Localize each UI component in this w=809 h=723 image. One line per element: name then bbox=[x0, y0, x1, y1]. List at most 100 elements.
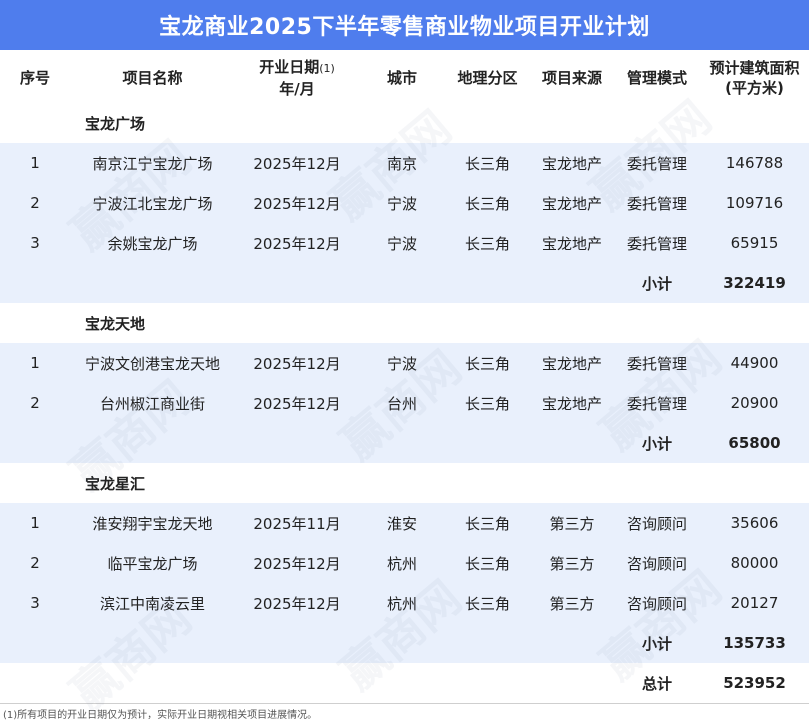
footnote: (1)所有项目的开业日期仅为预计，实际开业日期视相关项目进展情况。 bbox=[0, 703, 809, 722]
cell-date: 2025年12月 bbox=[253, 354, 341, 373]
cell-name: 宁波文创港宝龙天地 bbox=[84, 354, 220, 373]
cell-area: 109716 bbox=[725, 194, 784, 212]
cell-name: 南京江宁宝龙广场 bbox=[92, 154, 213, 173]
cell-region: 长三角 bbox=[464, 394, 510, 413]
cell-area: 146788 bbox=[725, 154, 784, 172]
cell-no: 1 bbox=[30, 514, 40, 532]
table-row: 1 淮安翔宇宝龙天地 2025年11月 淮安 长三角 第三方 咨询顾问 3560… bbox=[0, 503, 809, 543]
cell-name: 淮安翔宇宝龙天地 bbox=[92, 514, 213, 533]
cell-mode: 委托管理 bbox=[626, 354, 687, 373]
cell-area: 20900 bbox=[730, 394, 779, 412]
cell-area: 20127 bbox=[730, 594, 779, 612]
cell-source: 宝龙地产 bbox=[541, 234, 602, 253]
header-date-line2: 年/月 bbox=[279, 80, 315, 98]
cell-no: 1 bbox=[30, 154, 40, 172]
cell-city: 台州 bbox=[386, 394, 417, 413]
cell-region: 长三角 bbox=[464, 354, 510, 373]
cell-region: 长三角 bbox=[464, 554, 510, 573]
cell-date: 2025年11月 bbox=[253, 514, 341, 533]
header-mode: 管理模式 bbox=[626, 69, 687, 87]
header-area-line2: (平方米) bbox=[725, 79, 784, 97]
cell-no: 2 bbox=[30, 554, 40, 572]
cell-date: 2025年12月 bbox=[253, 194, 341, 213]
cell-mode: 咨询顾问 bbox=[626, 554, 687, 573]
cell-mode: 委托管理 bbox=[626, 194, 687, 213]
cell-name: 余姚宝龙广场 bbox=[107, 234, 198, 253]
cell-date: 2025年12月 bbox=[253, 594, 341, 613]
page-title: 宝龙商业2025下半年零售商业物业项目开业计划 bbox=[0, 0, 809, 50]
cell-date: 2025年12月 bbox=[253, 554, 341, 573]
cell-area: 35606 bbox=[730, 514, 779, 532]
table-row: 2 宁波江北宝龙广场 2025年12月 宁波 长三角 宝龙地产 委托管理 109… bbox=[0, 183, 809, 223]
header-area-line1: 预计建筑面积 bbox=[709, 59, 800, 77]
cell-city: 宁波 bbox=[386, 354, 417, 373]
cell-source: 第三方 bbox=[549, 554, 595, 573]
group-heading: 宝龙星汇 bbox=[0, 463, 809, 503]
header-date-line1: 开业日期 bbox=[259, 58, 320, 76]
header-no: 序号 bbox=[19, 69, 50, 87]
cell-mode: 咨询顾问 bbox=[626, 594, 687, 613]
cell-source: 宝龙地产 bbox=[541, 194, 602, 213]
cell-source: 宝龙地产 bbox=[541, 154, 602, 173]
subtotal-label: 小计 bbox=[641, 434, 672, 453]
cell-no: 2 bbox=[30, 394, 40, 412]
cell-no: 2 bbox=[30, 194, 40, 212]
cell-no: 3 bbox=[30, 594, 40, 612]
cell-city: 杭州 bbox=[386, 554, 417, 573]
group-heading: 宝龙天地 bbox=[0, 303, 809, 343]
cell-source: 宝龙地产 bbox=[541, 394, 602, 413]
cell-mode: 委托管理 bbox=[626, 154, 687, 173]
table-row: 1 南京江宁宝龙广场 2025年12月 南京 长三角 宝龙地产 委托管理 146… bbox=[0, 143, 809, 183]
cell-mode: 咨询顾问 bbox=[626, 514, 687, 533]
header-date-footnote-mark: (1) bbox=[319, 62, 335, 75]
subtotal-row: 小计 65800 bbox=[0, 423, 809, 463]
cell-region: 长三角 bbox=[464, 194, 510, 213]
cell-area: 65915 bbox=[730, 234, 779, 252]
group-name: 宝龙天地 bbox=[85, 314, 146, 333]
table-row: 1 宁波文创港宝龙天地 2025年12月 宁波 长三角 宝龙地产 委托管理 44… bbox=[0, 343, 809, 383]
cell-date: 2025年12月 bbox=[253, 394, 341, 413]
cell-city: 淮安 bbox=[386, 514, 417, 533]
header-date: 开业日期(1) 年/月 bbox=[242, 50, 352, 106]
cell-area: 44900 bbox=[730, 354, 779, 372]
cell-name: 临平宝龙广场 bbox=[107, 554, 198, 573]
total-value: 523952 bbox=[723, 674, 786, 692]
subtotal-value: 322419 bbox=[723, 274, 786, 292]
header-area: 预计建筑面积 (平方米) bbox=[700, 50, 809, 106]
table-row: 2 台州椒江商业街 2025年12月 台州 长三角 宝龙地产 委托管理 2090… bbox=[0, 383, 809, 423]
cell-city: 宁波 bbox=[386, 194, 417, 213]
cell-name: 滨江中南凌云里 bbox=[99, 594, 205, 613]
table-header: 序号 项目名称 开业日期(1) 年/月 城市 地理分区 项目来源 管理模式 预计… bbox=[0, 50, 809, 106]
cell-name: 台州椒江商业街 bbox=[99, 394, 205, 413]
cell-city: 杭州 bbox=[386, 594, 417, 613]
cell-source: 第三方 bbox=[549, 514, 595, 533]
subtotal-value: 135733 bbox=[723, 634, 786, 652]
group-heading: 宝龙广场 bbox=[0, 103, 809, 143]
subtotal-value: 65800 bbox=[728, 434, 781, 452]
cell-area: 80000 bbox=[730, 554, 779, 572]
cell-date: 2025年12月 bbox=[253, 154, 341, 173]
group-name: 宝龙星汇 bbox=[85, 474, 146, 493]
group-name: 宝龙广场 bbox=[85, 114, 146, 133]
cell-mode: 委托管理 bbox=[626, 234, 687, 253]
cell-date: 2025年12月 bbox=[253, 234, 341, 253]
total-label: 总计 bbox=[641, 674, 672, 693]
cell-region: 长三角 bbox=[464, 594, 510, 613]
header-name: 项目名称 bbox=[122, 69, 183, 87]
cell-region: 长三角 bbox=[464, 514, 510, 533]
subtotal-row: 小计 135733 bbox=[0, 623, 809, 663]
table-row: 2 临平宝龙广场 2025年12月 杭州 长三角 第三方 咨询顾问 80000 bbox=[0, 543, 809, 583]
cell-region: 长三角 bbox=[464, 234, 510, 253]
header-city: 城市 bbox=[386, 69, 417, 87]
cell-source: 第三方 bbox=[549, 594, 595, 613]
cell-city: 宁波 bbox=[386, 234, 417, 253]
table-row: 3 滨江中南凌云里 2025年12月 杭州 长三角 第三方 咨询顾问 20127 bbox=[0, 583, 809, 623]
cell-mode: 委托管理 bbox=[626, 394, 687, 413]
header-source: 项目来源 bbox=[541, 69, 602, 87]
subtotal-label: 小计 bbox=[641, 634, 672, 653]
cell-source: 宝龙地产 bbox=[541, 354, 602, 373]
cell-region: 长三角 bbox=[464, 154, 510, 173]
cell-no: 3 bbox=[30, 234, 40, 252]
subtotal-label: 小计 bbox=[641, 274, 672, 293]
subtotal-row: 小计 322419 bbox=[0, 263, 809, 303]
